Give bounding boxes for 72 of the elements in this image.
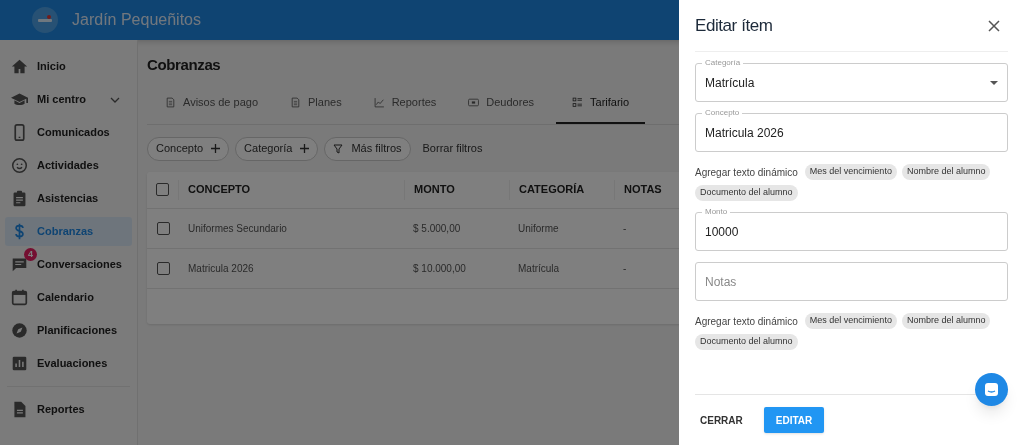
plus-icon	[211, 144, 221, 153]
table-cell-text: Uniformes Secundario	[187, 221, 288, 236]
plus-icon	[300, 144, 310, 153]
logo-icon	[32, 7, 58, 33]
document-icon	[165, 97, 176, 108]
phone-icon	[11, 124, 28, 141]
bar-chart-icon	[11, 355, 28, 372]
sidebar-item[interactable]: Asistencias	[5, 184, 132, 213]
dynamic-text-label: Agregar texto dinámico	[695, 314, 798, 329]
notification-badge: 4	[24, 248, 37, 261]
document-icon	[11, 401, 28, 418]
column-header: CATEGORÍA	[509, 179, 614, 200]
sidebar-item[interactable]: Evaluaciones	[5, 349, 132, 378]
sidebar-item[interactable]: Calendario	[5, 283, 132, 312]
filter-icon	[333, 143, 344, 154]
clipboard-icon	[11, 190, 28, 207]
column-header: MONTO	[404, 179, 509, 200]
column-header: NOTAS	[614, 179, 669, 200]
sidebar-item[interactable]: Planificaciones	[5, 316, 132, 345]
drawer-title: Editar ítem	[695, 14, 773, 37]
chip[interactable]: Nombre del alumno	[901, 164, 991, 180]
tab[interactable]: Avisos de pago	[155, 83, 269, 124]
sidebar-item[interactable]: Comunicados	[5, 118, 132, 147]
graduation-cap-icon	[11, 91, 28, 108]
checkbox[interactable]	[156, 221, 170, 235]
tab[interactable]: Reportes	[363, 83, 447, 124]
chip[interactable]: Mes del vencimiento	[804, 164, 897, 180]
table-cell-text: $ 5.000,00	[412, 221, 462, 236]
list-icon	[572, 97, 583, 108]
filter-chip[interactable]: Más filtros	[324, 136, 411, 161]
table-cell-text: $ 10.000,00	[412, 261, 467, 276]
calendar-icon	[11, 289, 28, 306]
card-icon	[468, 97, 480, 108]
table-cell-text: Uniforme	[517, 221, 560, 236]
sidebar-item[interactable]: Inicio	[5, 52, 132, 81]
checkbox[interactable]	[156, 183, 169, 196]
table-cell-text: Matrícula	[517, 261, 561, 276]
table-cell-text: -	[622, 261, 628, 276]
sidebar-item[interactable]: Mi centro	[5, 85, 132, 114]
table-cell-text: Matricula 2026	[187, 261, 255, 276]
input-field[interactable]: Notas	[695, 262, 1008, 301]
close-icon	[988, 19, 1000, 32]
app-title: Jardín Pequeñitos	[72, 10, 201, 30]
compass-icon	[11, 322, 28, 339]
chip[interactable]: Nombre del alumno	[901, 313, 991, 329]
chip[interactable]: Mes del vencimiento	[804, 313, 897, 329]
edit-button[interactable]: EDITAR	[763, 407, 825, 433]
sidebar-item[interactable]: Actividades	[5, 151, 132, 180]
chip[interactable]: Documento del alumno	[695, 334, 798, 350]
chip[interactable]: Documento del alumno	[695, 185, 798, 201]
line-chart-icon	[373, 97, 385, 108]
smiley-face-icon	[11, 157, 28, 174]
page-title: Cobranzas	[147, 55, 221, 75]
filter-chip[interactable]: Concepto	[147, 136, 230, 161]
column-header: CONCEPTO	[187, 182, 252, 198]
checkbox[interactable]	[156, 261, 170, 275]
tab[interactable]: Deudores	[458, 83, 544, 124]
dropdown-arrow-icon	[990, 80, 998, 85]
tab[interactable]: Planes	[280, 83, 352, 124]
table-cell-text: -	[622, 221, 628, 236]
document-icon	[290, 97, 302, 108]
chat-icon	[984, 382, 999, 397]
home-icon	[11, 58, 28, 75]
close-text-button[interactable]: CERRAR	[695, 407, 748, 433]
filter-chip[interactable]: Categoría	[235, 136, 319, 161]
sidebar-item[interactable]: Reportes	[5, 395, 132, 424]
sidebar-item[interactable]: Conversaciones 4	[5, 250, 132, 279]
dynamic-text-label: Agregar texto dinámico	[695, 165, 798, 180]
chat-button[interactable]	[975, 373, 1008, 406]
chat-icon	[11, 256, 28, 273]
clear-filters-link[interactable]: Borrar filtros	[416, 136, 489, 161]
tab[interactable]: Tarifario	[556, 83, 646, 124]
